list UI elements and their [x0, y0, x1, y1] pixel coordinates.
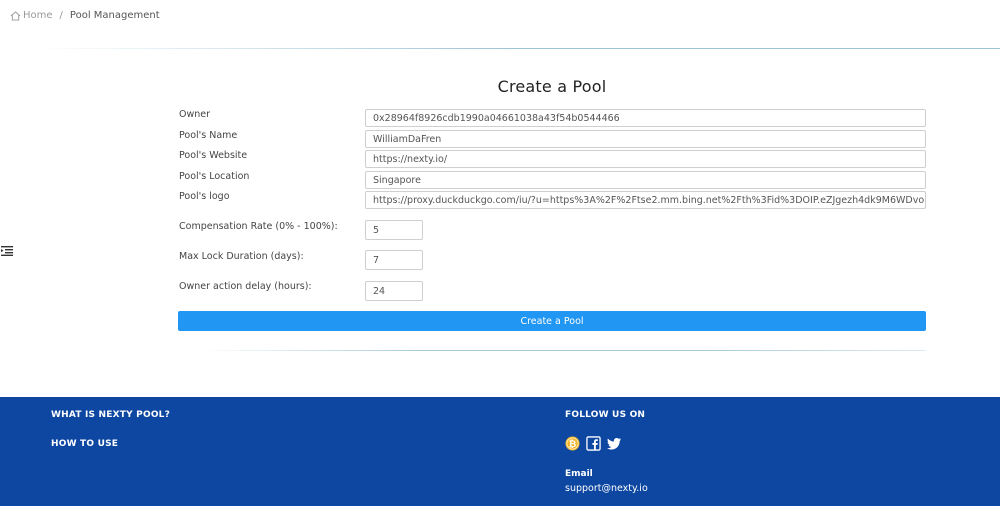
pool-location-label: Pool's Location [179, 171, 250, 182]
bitcoin-icon[interactable]: ₿ [565, 436, 580, 451]
social-links: ₿ [565, 436, 622, 451]
pool-name-field[interactable]: WilliamDaFren [365, 130, 926, 148]
pool-logo-label: Pool's logo [179, 191, 230, 202]
email-label: Email [565, 469, 593, 479]
pool-website-label: Pool's Website [179, 150, 248, 161]
breadcrumb-home-label: Home [23, 10, 53, 21]
how-to-use-link[interactable]: HOW TO USE [51, 439, 118, 449]
header-divider [35, 48, 1000, 49]
breadcrumb-separator: / [59, 10, 63, 21]
owner-field[interactable]: 0x28964f8926cdb1990a04661038a43f54b05444… [365, 109, 926, 127]
breadcrumb-home-link[interactable]: Home [10, 10, 53, 21]
breadcrumb-current: Pool Management [69, 10, 160, 21]
support-email-link[interactable]: support@nexty.io [565, 483, 648, 494]
breadcrumb: Home / Pool Management [10, 10, 160, 21]
compensation-rate-label: Compensation Rate (0% - 100%): [179, 221, 338, 232]
sidebar-toggle-icon[interactable] [1, 246, 13, 256]
compensation-rate-input[interactable]: 5 [365, 220, 423, 240]
pool-name-label: Pool's Name [179, 130, 238, 141]
owner-label: Owner [179, 109, 211, 120]
pool-website-field[interactable]: https://nexty.io/ [365, 150, 926, 168]
max-lock-duration-input[interactable]: 7 [365, 250, 423, 270]
footer: WHAT IS NEXTY POOL? HOW TO USE FOLLOW US… [0, 397, 1000, 506]
twitter-icon[interactable] [607, 436, 622, 451]
owner-action-delay-input[interactable]: 24 [365, 281, 423, 301]
what-is-nexty-pool-link[interactable]: WHAT IS NEXTY POOL? [51, 410, 170, 420]
form-divider [200, 350, 926, 351]
max-lock-duration-label: Max Lock Duration (days): [179, 251, 304, 262]
svg-text:₿: ₿ [569, 439, 577, 450]
pool-logo-field[interactable]: https://proxy.duckduckgo.com/iu/?u=https… [365, 191, 926, 209]
page-title: Create a Pool [497, 77, 607, 96]
home-icon [10, 10, 21, 21]
facebook-icon[interactable] [586, 436, 601, 451]
create-pool-button[interactable]: Create a Pool [178, 311, 926, 331]
follow-us-heading: FOLLOW US ON [565, 410, 646, 420]
owner-action-delay-label: Owner action delay (hours): [179, 281, 312, 292]
pool-location-field[interactable]: Singapore [365, 171, 926, 189]
